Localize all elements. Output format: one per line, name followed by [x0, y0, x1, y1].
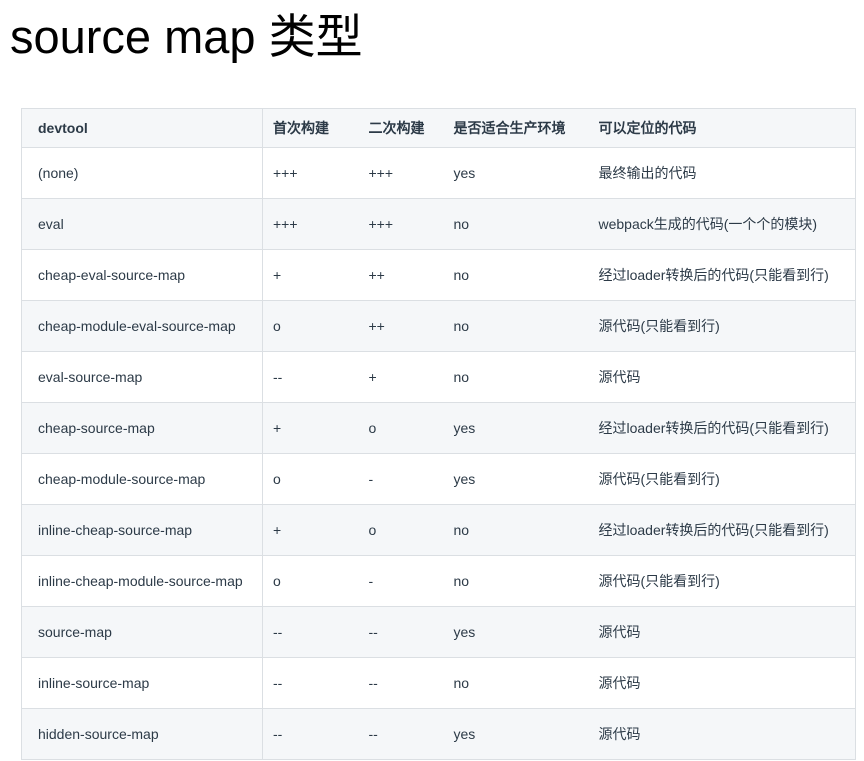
table-row: eval +++ +++ no webpack生成的代码(一个个的模块): [21, 198, 856, 250]
cell-rebuild: +: [358, 351, 444, 403]
cell-devtool: cheap-module-source-map: [21, 453, 263, 505]
table-row: cheap-source-map + o yes 经过loader转换后的代码(…: [21, 402, 856, 454]
cell-rebuild: -: [358, 453, 444, 505]
table-row: source-map -- -- yes 源代码: [21, 606, 856, 658]
cell-devtool: cheap-eval-source-map: [21, 249, 263, 301]
cell-mapped-code: 源代码: [588, 708, 856, 760]
cell-devtool: (none): [21, 147, 263, 199]
table-row: cheap-eval-source-map + ++ no 经过loader转换…: [21, 249, 856, 301]
table-row: eval-source-map -- + no 源代码: [21, 351, 856, 403]
page-title: source map 类型: [10, 10, 363, 63]
cell-production: yes: [443, 708, 589, 760]
table-row: inline-cheap-source-map + o no 经过loader转…: [21, 504, 856, 556]
table-row: (none) +++ +++ yes 最终输出的代码: [21, 147, 856, 199]
cell-devtool: inline-cheap-module-source-map: [21, 555, 263, 607]
cell-rebuild: --: [358, 708, 444, 760]
sourcemap-table: devtool 首次构建 二次构建 是否适合生产环境 可以定位的代码 (none…: [21, 108, 856, 760]
cell-rebuild: --: [358, 657, 444, 709]
cell-production: yes: [443, 402, 589, 454]
table-row: inline-cheap-module-source-map o - no 源代…: [21, 555, 856, 607]
cell-mapped-code: 源代码(只能看到行): [588, 453, 856, 505]
cell-production: no: [443, 198, 589, 250]
page: { "page": { "title": "source map 类型" }, …: [0, 0, 864, 761]
cell-mapped-code: 经过loader转换后的代码(只能看到行): [588, 249, 856, 301]
cell-production: no: [443, 504, 589, 556]
table-row: hidden-source-map -- -- yes 源代码: [21, 708, 856, 760]
cell-devtool: hidden-source-map: [21, 708, 263, 760]
cell-mapped-code: webpack生成的代码(一个个的模块): [588, 198, 856, 250]
column-header-devtool: devtool: [21, 108, 263, 148]
table-body: (none) +++ +++ yes 最终输出的代码 eval +++ +++ …: [21, 147, 856, 760]
cell-devtool: cheap-source-map: [21, 402, 263, 454]
cell-first-build: --: [262, 657, 359, 709]
cell-devtool: source-map: [21, 606, 263, 658]
cell-production: yes: [443, 147, 589, 199]
cell-devtool: cheap-module-eval-source-map: [21, 300, 263, 352]
cell-first-build: +: [262, 504, 359, 556]
cell-first-build: o: [262, 300, 359, 352]
cell-devtool: eval-source-map: [21, 351, 263, 403]
cell-first-build: +++: [262, 147, 359, 199]
cell-first-build: o: [262, 453, 359, 505]
cell-first-build: +: [262, 249, 359, 301]
column-header-production: 是否适合生产环境: [443, 108, 589, 148]
cell-mapped-code: 源代码(只能看到行): [588, 555, 856, 607]
cell-production: no: [443, 249, 589, 301]
cell-first-build: --: [262, 351, 359, 403]
cell-mapped-code: 源代码: [588, 657, 856, 709]
column-header-rebuild: 二次构建: [358, 108, 444, 148]
table-row: cheap-module-source-map o - yes 源代码(只能看到…: [21, 453, 856, 505]
cell-production: yes: [443, 453, 589, 505]
cell-first-build: +: [262, 402, 359, 454]
cell-devtool: eval: [21, 198, 263, 250]
cell-rebuild: +++: [358, 147, 444, 199]
cell-rebuild: -: [358, 555, 444, 607]
cell-rebuild: ++: [358, 249, 444, 301]
cell-first-build: --: [262, 606, 359, 658]
cell-rebuild: +++: [358, 198, 444, 250]
cell-rebuild: o: [358, 504, 444, 556]
cell-mapped-code: 最终输出的代码: [588, 147, 856, 199]
table-header-row: devtool 首次构建 二次构建 是否适合生产环境 可以定位的代码: [21, 108, 856, 148]
cell-production: yes: [443, 606, 589, 658]
cell-production: no: [443, 300, 589, 352]
table-row: inline-source-map -- -- no 源代码: [21, 657, 856, 709]
cell-rebuild: ++: [358, 300, 444, 352]
cell-rebuild: o: [358, 402, 444, 454]
table-row: cheap-module-eval-source-map o ++ no 源代码…: [21, 300, 856, 352]
cell-rebuild: --: [358, 606, 444, 658]
cell-devtool: inline-cheap-source-map: [21, 504, 263, 556]
cell-production: no: [443, 657, 589, 709]
cell-production: no: [443, 351, 589, 403]
cell-mapped-code: 源代码(只能看到行): [588, 300, 856, 352]
table-header: devtool 首次构建 二次构建 是否适合生产环境 可以定位的代码: [21, 108, 856, 148]
cell-mapped-code: 源代码: [588, 606, 856, 658]
column-header-mapped-code: 可以定位的代码: [588, 108, 856, 148]
cell-devtool: inline-source-map: [21, 657, 263, 709]
cell-production: no: [443, 555, 589, 607]
cell-mapped-code: 源代码: [588, 351, 856, 403]
cell-mapped-code: 经过loader转换后的代码(只能看到行): [588, 504, 856, 556]
cell-first-build: o: [262, 555, 359, 607]
column-header-first-build: 首次构建: [262, 108, 359, 148]
cell-first-build: +++: [262, 198, 359, 250]
cell-first-build: --: [262, 708, 359, 760]
cell-mapped-code: 经过loader转换后的代码(只能看到行): [588, 402, 856, 454]
sourcemap-table-container: devtool 首次构建 二次构建 是否适合生产环境 可以定位的代码 (none…: [21, 108, 856, 760]
